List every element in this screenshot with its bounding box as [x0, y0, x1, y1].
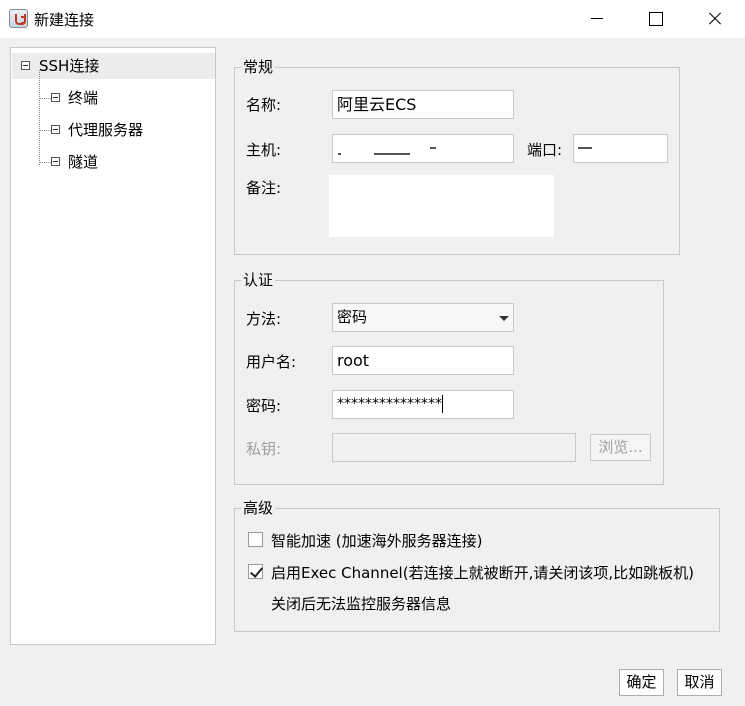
collapse-icon[interactable]: [51, 125, 60, 134]
tree-root-label: SSH连接: [39, 57, 100, 75]
browse-button[interactable]: 浏览...: [590, 434, 651, 461]
password-mask: ***************: [337, 396, 442, 412]
exec-channel-label: 启用Exec Channel(若连接上就被断开,请关闭该项,比如跳板机): [271, 564, 694, 582]
host-label: 主机:: [246, 141, 282, 159]
port-label: 端口:: [527, 141, 563, 159]
auth-legend: 认证: [241, 271, 276, 289]
tree-connector: [39, 70, 40, 165]
name-label: 名称:: [246, 96, 282, 114]
collapse-icon[interactable]: [51, 93, 60, 102]
method-selected-value: 密码: [337, 308, 368, 326]
chevron-down-icon: [499, 316, 509, 321]
tree-item-proxy[interactable]: 代理服务器: [68, 119, 143, 141]
exec-channel-checkbox[interactable]: [248, 564, 263, 579]
general-legend: 常规: [241, 58, 276, 76]
privatekey-field[interactable]: [332, 433, 576, 462]
cancel-button[interactable]: 取消: [677, 669, 722, 696]
tree-item-tunnel[interactable]: 隧道: [68, 151, 98, 173]
note-textarea[interactable]: [329, 175, 554, 237]
password-field[interactable]: ***************: [332, 390, 514, 419]
privatekey-label: 私钥:: [246, 440, 282, 458]
username-field[interactable]: root: [332, 346, 514, 375]
maximize-icon[interactable]: [627, 0, 685, 38]
username-label: 用户名:: [246, 353, 297, 371]
connection-tree: SSH连接 终端 代理服务器 隧道: [10, 47, 216, 645]
smart-accel-label: 智能加速 (加速海外服务器连接): [271, 532, 483, 550]
java-app-icon: [9, 9, 28, 28]
close-icon[interactable]: [687, 0, 745, 38]
tree-root-ssh[interactable]: SSH连接: [12, 53, 215, 79]
smart-accel-checkbox[interactable]: [248, 532, 263, 547]
advanced-legend: 高级: [241, 499, 276, 517]
masked-text: [578, 147, 592, 149]
ok-button[interactable]: 确定: [619, 669, 664, 696]
note-label: 备注:: [246, 179, 282, 197]
collapse-icon[interactable]: [51, 157, 60, 166]
masked-text: [374, 153, 410, 155]
host-field[interactable]: [332, 134, 514, 163]
masked-text: [338, 153, 341, 155]
minimize-icon[interactable]: [569, 0, 627, 38]
name-field[interactable]: 阿里云ECS: [332, 90, 514, 119]
text-caret: [442, 395, 443, 413]
method-select[interactable]: 密码: [332, 303, 514, 332]
exec-channel-note: 关闭后无法监控服务器信息: [271, 595, 452, 613]
method-label: 方法:: [246, 310, 282, 328]
title-bar: 新建连接: [0, 0, 745, 38]
collapse-icon[interactable]: [21, 61, 30, 70]
masked-text: [430, 147, 436, 149]
password-label: 密码:: [246, 397, 282, 415]
tree-item-terminal[interactable]: 终端: [68, 87, 98, 109]
window-title: 新建连接: [34, 11, 95, 29]
